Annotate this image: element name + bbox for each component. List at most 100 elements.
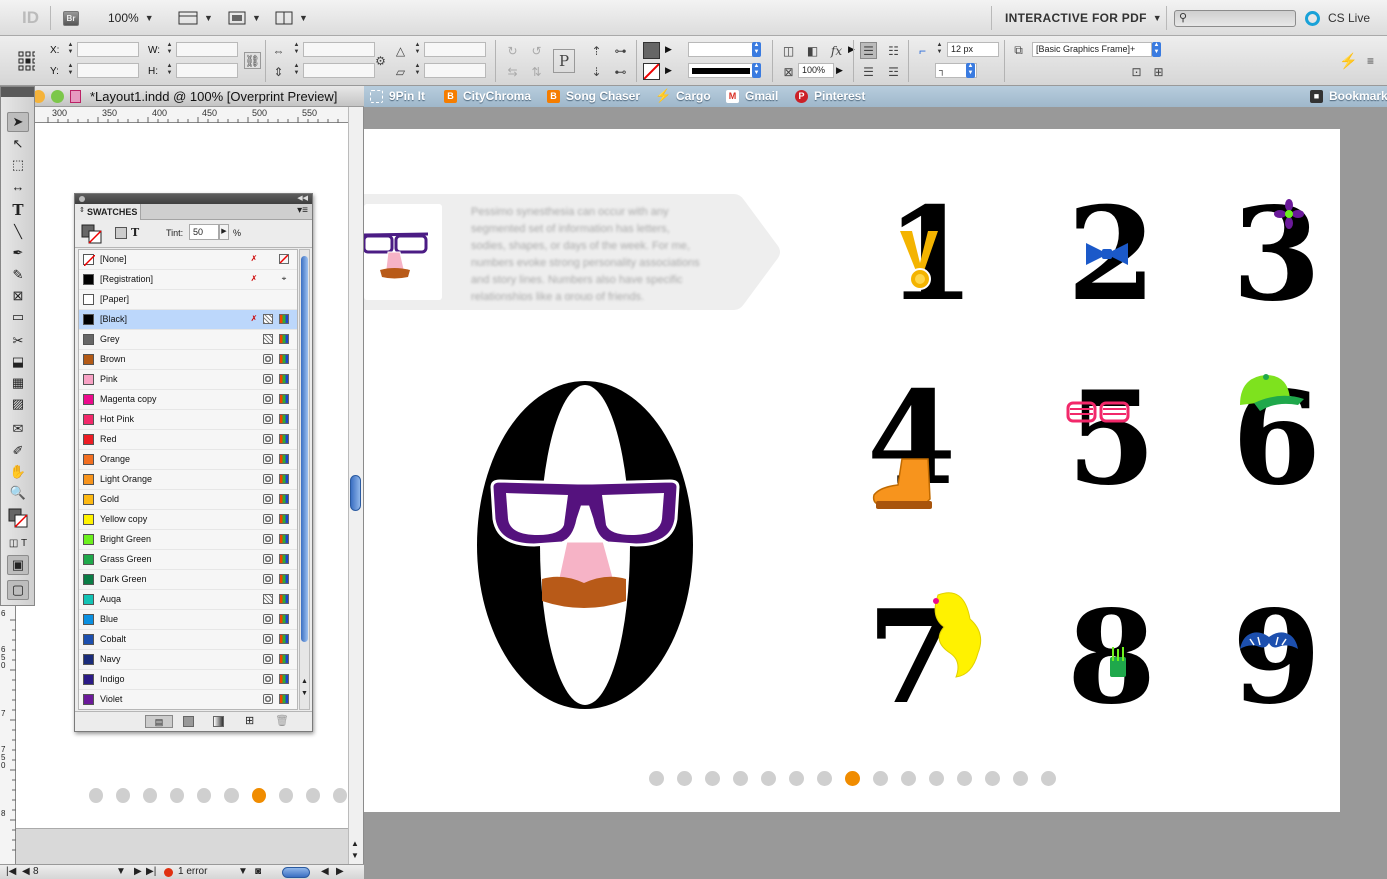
corner-options-icon[interactable]: ⌐	[914, 42, 931, 59]
normal-view-icon[interactable]: ▣	[7, 555, 29, 575]
rotate-field[interactable]	[424, 42, 486, 57]
scissors-tool-icon[interactable]: ✂	[7, 331, 29, 351]
y-field[interactable]	[77, 63, 139, 78]
swatch-row[interactable]: Cobalt	[79, 630, 297, 650]
scroll-right-arrow[interactable]: ▶	[336, 866, 344, 877]
screen-mode-button[interactable]: ▼	[228, 0, 261, 36]
swatch-row[interactable]: Orange	[79, 450, 297, 470]
corner-size-field[interactable]: 12 px	[947, 42, 999, 57]
pagination-dot[interactable]	[89, 788, 104, 803]
preflight-errors[interactable]: 1 error	[178, 866, 207, 877]
rotate-ccw-icon[interactable]: ↺	[528, 42, 545, 59]
last-page-arrow[interactable]: ▶|	[146, 866, 156, 877]
formatting-container-icon[interactable]	[115, 227, 127, 239]
select-next-icon[interactable]: ⊷	[612, 63, 629, 80]
scale-y-field[interactable]	[303, 63, 375, 78]
object-style-stepper[interactable]: ▲ ▼	[1152, 42, 1161, 57]
show-gradient-swatches-icon[interactable]	[213, 716, 224, 727]
number-5[interactable]: 5	[1067, 375, 1156, 503]
direct-selection-tool-icon[interactable]: ↖	[7, 134, 29, 154]
scale-x-field[interactable]	[303, 42, 375, 57]
swatch-row[interactable]: Grass Green	[79, 550, 297, 570]
bookmark-gmail[interactable]: M Gmail	[726, 89, 778, 103]
panel-menu-icon[interactable]: ▾≡	[297, 205, 308, 216]
swatch-row[interactable]: Magenta copy	[79, 390, 297, 410]
swatch-row[interactable]: [None] ✗	[79, 250, 297, 270]
new-swatch-icon[interactable]: ⊞	[245, 714, 254, 727]
reference-point-icon[interactable]	[18, 51, 35, 70]
panel-grip[interactable]	[1, 87, 34, 97]
bridge-button[interactable]: Br	[63, 0, 79, 36]
swatch-row[interactable]: Gold	[79, 490, 297, 510]
drop-shadow-icon[interactable]: ◧	[804, 42, 821, 59]
clear-overrides-icon[interactable]: ⊡	[1128, 63, 1145, 80]
bookmark-bookmarks[interactable]: ■Bookmarks	[1310, 89, 1387, 103]
scale-y-stepper[interactable]: ▲ ▼	[292, 63, 301, 78]
pen-tool-icon[interactable]: ✒	[7, 243, 29, 263]
pagination-dot[interactable]	[677, 771, 692, 786]
swatch-row[interactable]: Navy	[79, 650, 297, 670]
pagination-dot[interactable]	[733, 771, 748, 786]
y-stepper[interactable]: ▲ ▼	[66, 63, 75, 78]
w-field[interactable]	[176, 42, 238, 57]
align-center-icon[interactable]: ☷	[885, 42, 902, 59]
quick-apply-icon[interactable]: ⚡	[1339, 52, 1358, 70]
swatch-row[interactable]: Bright Green	[79, 530, 297, 550]
formatting-affects-icon[interactable]: ◫ T	[7, 533, 29, 553]
fill-swatch[interactable]	[643, 42, 660, 59]
close-icon[interactable]	[79, 196, 85, 202]
opacity-menu-arrow[interactable]: ▶	[836, 65, 843, 76]
bookmark-cargo[interactable]: ⚡ Cargo	[655, 88, 710, 103]
swatch-row[interactable]: [Paper]	[79, 290, 297, 310]
flip-vertical-icon[interactable]: ⇅	[528, 63, 545, 80]
fill-stroke-icon[interactable]	[7, 508, 29, 528]
stroke-menu-arrow[interactable]: ▶	[665, 65, 672, 76]
rectangle-frame-tool-icon[interactable]: ⊠	[7, 286, 29, 306]
scroll-up-arrow[interactable]: ▲	[301, 678, 308, 685]
preview-mode-icon[interactable]: ▢	[7, 580, 29, 600]
arrange-documents-button[interactable]: ▼	[275, 0, 308, 36]
pagination-dot[interactable]	[305, 788, 320, 803]
scroll-down-arrow[interactable]: ▼	[351, 851, 359, 860]
pagination-dot[interactable]	[1041, 771, 1056, 786]
stroke-type-stepper[interactable]: ▲ ▼	[752, 63, 761, 78]
number-9[interactable]: 9	[1232, 594, 1321, 722]
pagination-dot[interactable]	[116, 788, 131, 803]
tint-field[interactable]: 50	[189, 224, 219, 240]
x-stepper[interactable]: ▲ ▼	[66, 42, 75, 57]
flip-horizontal-icon[interactable]: ⇆	[504, 63, 521, 80]
fill-stroke-toggle-icon[interactable]	[81, 224, 103, 247]
tint-slider-arrow[interactable]: ▶	[219, 224, 229, 240]
x-field[interactable]	[77, 42, 139, 57]
fx-icon[interactable]: fx	[828, 42, 845, 59]
page-menu-arrow[interactable]: ▼	[116, 866, 126, 877]
bookmark-9pin-it[interactable]: 9Pin It	[370, 89, 425, 103]
swatch-list-scrollbar[interactable]: ▲ ▼	[299, 249, 310, 710]
swatch-row[interactable]: [Black] ✗	[79, 310, 297, 330]
swatch-row[interactable]: Indigo	[79, 670, 297, 690]
h-stepper[interactable]: ▲ ▼	[165, 63, 174, 78]
type-tool-icon[interactable]: T	[7, 200, 29, 220]
pagination-dot[interactable]	[929, 771, 944, 786]
pagination-dot[interactable]	[278, 788, 293, 803]
bookmark-citychroma[interactable]: B CityChroma	[444, 89, 531, 103]
pagination-dot[interactable]	[985, 771, 1000, 786]
view-options-button[interactable]: ▼	[178, 0, 213, 36]
workspace-switcher[interactable]: INTERACTIVE FOR PDF ▼	[1005, 0, 1162, 36]
h-field[interactable]	[176, 63, 238, 78]
first-page-arrow[interactable]: |◀	[6, 866, 16, 877]
swatch-row[interactable]: Violet	[79, 690, 297, 709]
swatch-row[interactable]: [Registration] ✗ ⌖	[79, 270, 297, 290]
open-page-icon[interactable]: ◙	[255, 866, 261, 877]
scroll-thumb[interactable]	[350, 475, 361, 511]
pagination-dot[interactable]	[224, 788, 239, 803]
pencil-tool-icon[interactable]: ✎	[7, 265, 29, 285]
swatch-row[interactable]: Dark Green	[79, 570, 297, 590]
object-style-select[interactable]: [Basic Graphics Frame]+	[1032, 42, 1152, 57]
swatch-row[interactable]: Hot Pink	[79, 410, 297, 430]
stroke-type-select[interactable]	[688, 63, 754, 78]
new-style-icon[interactable]: ⊞	[1150, 63, 1167, 80]
rotate-stepper[interactable]: ▲ ▼	[413, 42, 422, 57]
swatch-row[interactable]: Blue	[79, 610, 297, 630]
scale-lock-icon[interactable]: ⚙	[372, 52, 389, 69]
